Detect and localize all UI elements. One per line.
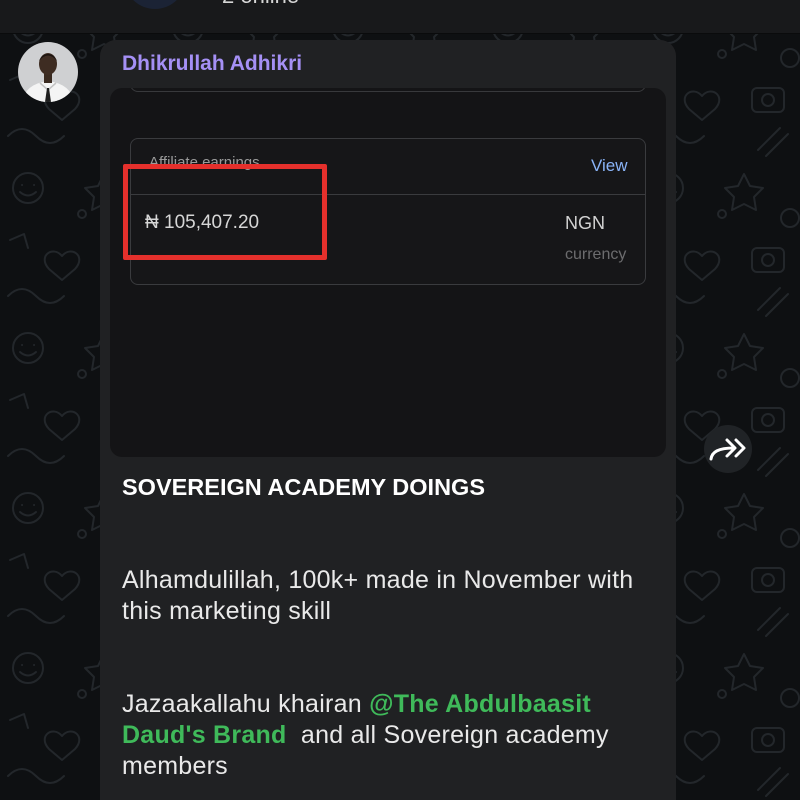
highlight-annotation — [123, 164, 327, 260]
sender-avatar[interactable] — [18, 42, 78, 102]
currency-label: currency — [565, 246, 627, 263]
photo-card-top-edge — [130, 88, 646, 92]
online-status: 2 online — [222, 0, 299, 9]
photo-head — [39, 53, 57, 75]
message-heading: SOVEREIGN ACADEMY DOINGS — [122, 474, 485, 500]
forward-button[interactable] — [704, 425, 752, 473]
message-paragraph: Alhamdulillah, 100k+ made in November wi… — [122, 566, 641, 625]
message-photo[interactable]: Affiliate earnings View ₦ 105,407.20 NGN… — [110, 88, 666, 457]
paragraph-text: Jazaakallahu khairan — [122, 690, 370, 718]
forward-icon-strokes — [709, 438, 746, 461]
sender-photo — [18, 42, 78, 102]
currency-code: NGN — [565, 213, 605, 233]
forward-icon — [709, 438, 746, 461]
message-paragraph: Jazaakallahu khairan @The Abdulbaasit Da… — [122, 689, 662, 782]
sender-name[interactable]: Dhikrullah Adhikri — [122, 51, 302, 77]
view-link: View — [591, 156, 628, 175]
chat-screen: 2 online Dhikrullah Adhikri Affiliate ea… — [0, 0, 800, 800]
chat-avatar[interactable] — [124, 0, 186, 9]
message-bubble[interactable]: Dhikrullah Adhikri Affiliate earnings Vi… — [100, 40, 676, 800]
message-text: SOVEREIGN ACADEMY DOINGS Alhamdulillah, … — [122, 472, 662, 782]
forward-icon-chevron — [734, 438, 746, 458]
chat-header[interactable]: 2 online — [0, 0, 800, 34]
